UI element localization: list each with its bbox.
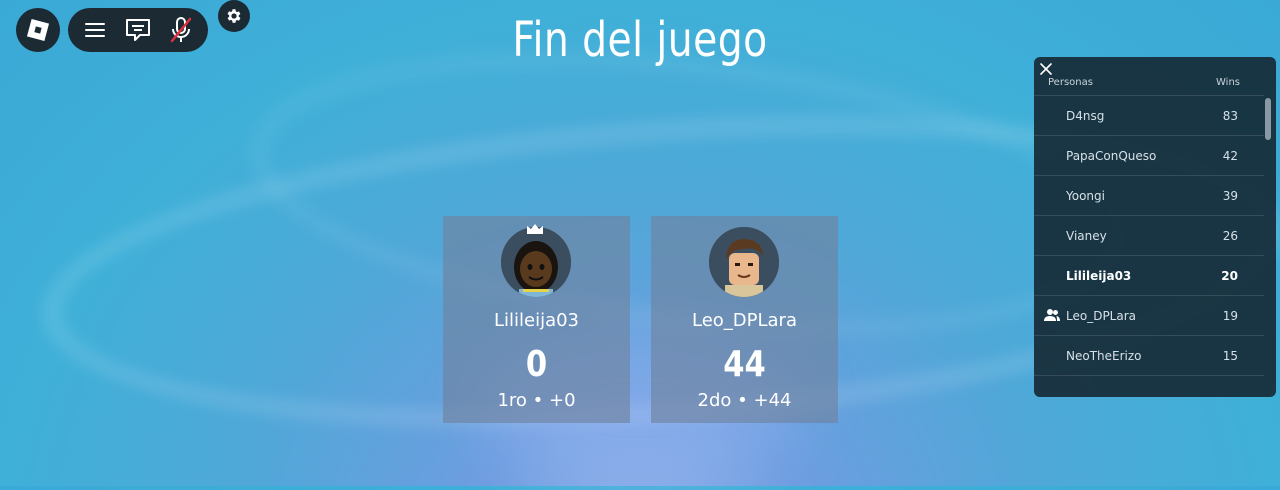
leaderboard-header: Personas Wins <box>1034 77 1276 95</box>
player-score: 44 <box>723 344 766 385</box>
leaderboard-player-name: Vianey <box>1066 229 1107 243</box>
leaderboard-player-name: PapaConQueso <box>1066 149 1157 163</box>
avatar <box>709 227 779 297</box>
player-name: Lilileija03 <box>493 310 580 331</box>
leaderboard-row-partial[interactable] <box>1034 375 1264 397</box>
leaderboard-row[interactable]: PapaConQueso 42 <box>1034 135 1264 175</box>
avatar <box>501 227 571 297</box>
leaderboard-list: D4nsg 83 PapaConQueso 42 Yoongi 39 Viane… <box>1034 95 1264 397</box>
leaderboard-wins: 26 <box>1222 229 1238 243</box>
player-score: 0 <box>525 344 548 385</box>
leaderboard-wins: 83 <box>1222 109 1238 123</box>
close-icon[interactable] <box>1039 61 1053 75</box>
leaderboard-wins: 42 <box>1222 149 1238 163</box>
leaderboard-wins: 20 <box>1221 269 1238 283</box>
leaderboard-row[interactable]: D4nsg 83 <box>1034 95 1264 135</box>
leaderboard-player-name: Lilileija03 <box>1066 269 1132 283</box>
leaderboard-player-name: Yoongi <box>1066 189 1105 203</box>
player-card: Lilileija03 0 1ro • +0 <box>443 216 630 423</box>
column-header-wins: Wins <box>1216 77 1240 88</box>
leaderboard-row[interactable]: Yoongi 39 <box>1034 175 1264 215</box>
player-name: Leo_DPLara <box>691 310 797 331</box>
leaderboard-row-current-player[interactable]: Lilileija03 20 <box>1034 255 1264 295</box>
hamburger-menu-icon[interactable] <box>79 14 111 46</box>
player-card: Leo_DPLara 44 2do • +44 <box>651 216 838 423</box>
leaderboard-player-name: NeoTheErizo <box>1066 349 1142 363</box>
leaderboard-panel: Personas Wins D4nsg 83 PapaConQueso 42 Y… <box>1034 57 1276 397</box>
crown-icon <box>525 220 545 234</box>
leaderboard-row[interactable]: NeoTheErizo 15 <box>1034 335 1264 375</box>
leaderboard-wins: 19 <box>1222 309 1238 323</box>
leaderboard-player-name: D4nsg <box>1066 109 1105 123</box>
leaderboard-wins: 39 <box>1222 189 1238 203</box>
column-header-personas: Personas <box>1048 77 1093 88</box>
friends-icon <box>1044 308 1060 322</box>
page-title: Fin del juego <box>512 12 768 68</box>
roblox-menu-button[interactable] <box>16 8 60 52</box>
leaderboard-wins: 15 <box>1222 349 1238 363</box>
roblox-logo-icon <box>26 18 50 42</box>
player-rank: 2do • +44 <box>697 390 792 411</box>
leaderboard-row[interactable]: Vianey 26 <box>1034 215 1264 255</box>
player-rank: 1ro • +0 <box>497 390 576 411</box>
leaderboard-player-name: Leo_DPLara <box>1066 309 1137 323</box>
leaderboard-row[interactable]: Leo_DPLara 19 <box>1034 295 1264 335</box>
leaderboard-scrollbar[interactable] <box>1265 98 1271 140</box>
